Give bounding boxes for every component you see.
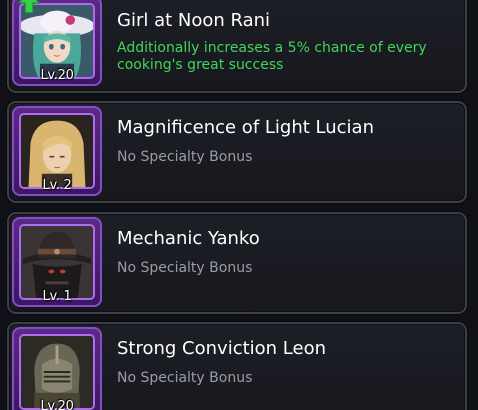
hero-portrait-frame: Lv. 2: [12, 106, 102, 196]
hero-name: Mechanic Yanko: [117, 228, 260, 249]
level-badge: Lv. 2: [42, 178, 72, 193]
hero-portrait-frame: Lv.20: [12, 327, 102, 410]
hero-portrait-frame: Lv. 1: [12, 217, 102, 307]
hero-card-yanko[interactable]: Lv. 1 Mechanic Yanko No Specialty Bonus: [7, 212, 467, 314]
hero-name: Magnificence of Light Lucian: [117, 117, 374, 138]
upgrade-arrow-icon: [18, 0, 40, 13]
hero-specialty-bonus: No Specialty Bonus: [117, 149, 253, 165]
level-badge: Lv. 1: [42, 289, 72, 304]
hero-specialty-bonus: No Specialty Bonus: [117, 260, 253, 276]
hero-name: Strong Conviction Leon: [117, 338, 327, 359]
hero-card-rani[interactable]: Lv.20 Girl at Noon Rani Additionally inc…: [7, 0, 467, 93]
hero-specialty-bonus: No Specialty Bonus: [117, 370, 253, 386]
hero-name: Girl at Noon Rani: [117, 10, 271, 31]
hero-list: Lv.20 Girl at Noon Rani Additionally inc…: [0, 0, 478, 410]
level-badge: Lv.20: [40, 399, 74, 410]
hero-card-leon[interactable]: Lv.20 Strong Conviction Leon No Specialt…: [7, 322, 467, 410]
level-badge: Lv.20: [40, 68, 74, 83]
hero-specialty-bonus: Additionally increases a 5% chance of ev…: [117, 40, 427, 73]
hero-card-lucian[interactable]: Lv. 2 Magnificence of Light Lucian No Sp…: [7, 101, 467, 203]
